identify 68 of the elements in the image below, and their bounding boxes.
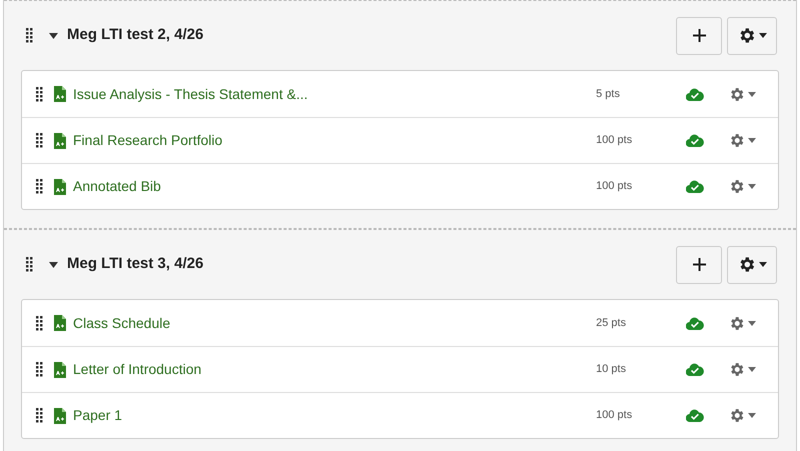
module-item[interactable]: Final Research Portfolio 100 pts xyxy=(22,117,778,163)
add-item-button[interactable] xyxy=(676,246,722,284)
settings-icon xyxy=(728,361,745,378)
caret-icon xyxy=(748,138,756,143)
module-item[interactable]: Class Schedule 25 pts xyxy=(22,300,778,346)
assignment-icon xyxy=(54,408,66,424)
plus-icon xyxy=(692,29,706,42)
plus-icon xyxy=(692,258,706,271)
module-settings-button[interactable] xyxy=(727,16,777,54)
settings-icon xyxy=(728,86,745,102)
drag-handle-icon[interactable] xyxy=(36,362,43,377)
item-points: 5 pts xyxy=(596,86,621,102)
item-points: 100 pts xyxy=(596,133,634,148)
drag-handle-icon[interactable] xyxy=(26,257,33,272)
item-settings-button[interactable] xyxy=(728,132,756,149)
published-icon[interactable] xyxy=(686,134,704,147)
assignment-icon xyxy=(54,86,66,102)
drag-handle-icon[interactable] xyxy=(36,179,43,194)
item-settings-button[interactable] xyxy=(728,314,756,332)
caret-icon xyxy=(759,33,767,38)
assignment-icon xyxy=(54,362,66,378)
module-item[interactable]: Letter of Introduction 10 pts xyxy=(22,346,778,392)
published-icon[interactable] xyxy=(686,88,704,100)
drag-handle-icon[interactable] xyxy=(36,133,43,148)
item-settings-button[interactable] xyxy=(728,361,756,378)
module-title: Meg LTI test 3, 4/26 xyxy=(67,254,204,274)
item-points: 100 pts xyxy=(596,408,634,424)
caret-icon xyxy=(748,413,756,418)
module-settings-button[interactable] xyxy=(727,246,777,284)
settings-icon xyxy=(728,132,745,149)
item-title-link[interactable]: Issue Analysis - Thesis Statement &... xyxy=(73,84,308,104)
settings-icon xyxy=(728,314,745,332)
collapse-caret-icon[interactable] xyxy=(49,262,58,268)
module-item[interactable]: Issue Analysis - Thesis Statement &... 5 pts xyxy=(22,71,778,117)
item-points: 100 pts xyxy=(596,179,634,194)
module-item[interactable]: Paper 1 100 pts xyxy=(22,392,778,438)
caret-icon xyxy=(748,367,756,372)
caret-icon xyxy=(748,92,756,96)
module-title: Meg LTI test 2, 4/26 xyxy=(67,25,204,46)
assignment-icon xyxy=(54,178,66,194)
assignment-icon xyxy=(54,132,66,148)
drag-handle-icon[interactable] xyxy=(36,316,43,330)
settings-icon xyxy=(728,407,745,424)
item-points: 25 pts xyxy=(596,316,627,331)
published-icon[interactable] xyxy=(686,180,704,193)
settings-icon xyxy=(728,178,745,195)
drag-handle-icon[interactable] xyxy=(26,28,33,43)
item-title-link[interactable]: Annotated Bib xyxy=(73,176,161,197)
assignment-icon xyxy=(54,315,66,331)
drag-handle-icon[interactable] xyxy=(36,86,43,102)
item-title-link[interactable]: Paper 1 xyxy=(73,405,122,426)
caret-icon xyxy=(748,184,756,189)
item-title-link[interactable]: Class Schedule xyxy=(73,312,170,334)
collapse-caret-icon[interactable] xyxy=(49,32,58,38)
add-item-button[interactable] xyxy=(676,16,722,54)
item-settings-button[interactable] xyxy=(728,178,756,195)
item-points: 10 pts xyxy=(596,362,627,378)
published-icon[interactable] xyxy=(686,409,704,422)
item-settings-button[interactable] xyxy=(728,407,756,424)
item-title-link[interactable]: Letter of Introduction xyxy=(73,359,202,380)
drag-handle-icon[interactable] xyxy=(36,408,43,423)
module-item[interactable]: Annotated Bib 100 pts xyxy=(22,163,778,209)
published-icon[interactable] xyxy=(686,316,704,330)
caret-icon xyxy=(748,320,756,326)
caret-icon xyxy=(759,262,767,267)
item-title-link[interactable]: Final Research Portfolio xyxy=(73,130,222,151)
item-settings-button[interactable] xyxy=(728,86,756,102)
published-icon[interactable] xyxy=(686,363,704,376)
